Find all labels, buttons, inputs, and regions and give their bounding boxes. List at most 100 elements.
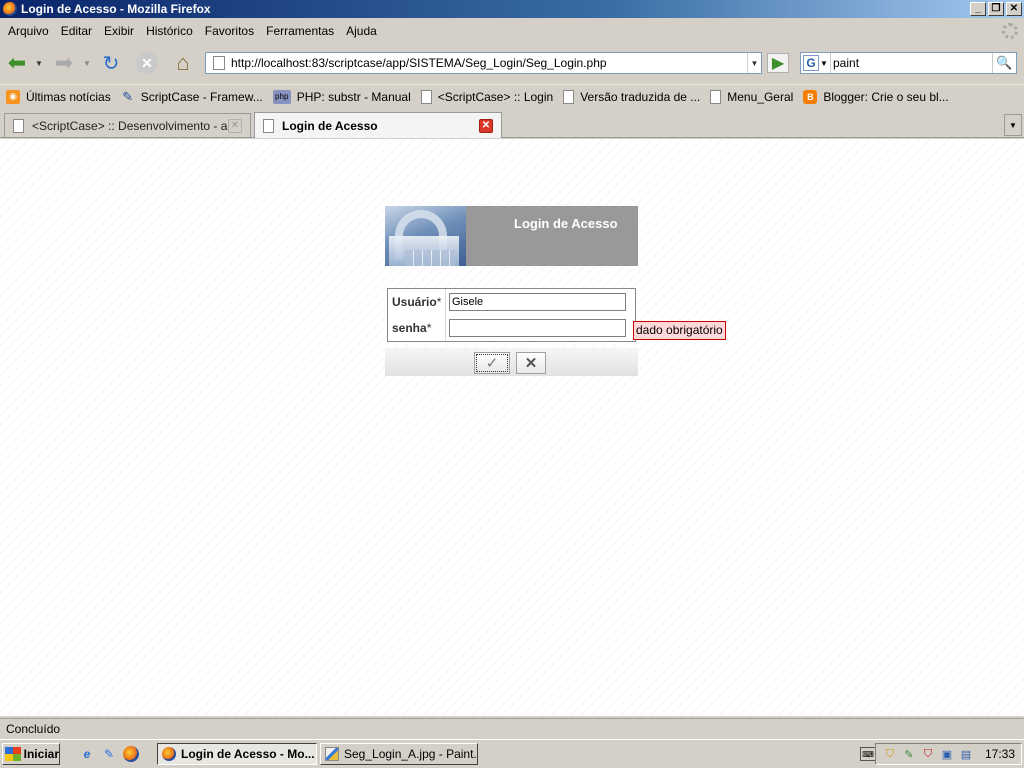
address-bar-url[interactable]: http://localhost:83/scriptcase/app/SISTE… (231, 56, 747, 70)
blogger-icon: B (803, 89, 818, 104)
navigation-toolbar: ⬅ ▼ ➡ ▼ ↻ ✕ ⌂ http://localhost:83/script… (0, 44, 1024, 82)
menu-ferramentas[interactable]: Ferramentas (260, 24, 340, 38)
bookmark-ultimas-noticias[interactable]: ◉ Últimas notícias (6, 89, 111, 104)
page-icon (420, 89, 432, 104)
menu-exibir[interactable]: Exibir (98, 24, 140, 38)
forward-history-dropdown-icon[interactable]: ▼ (83, 59, 91, 68)
connection-icon[interactable]: ▤ (958, 746, 974, 762)
user-row: Usuário* (388, 289, 635, 315)
bookmark-label: PHP: substr - Manual (296, 89, 411, 104)
taskbar-window-label: Seg_Login_A.jpg - Paint.... (344, 747, 478, 761)
window-titlebar: Login de Acesso - Mozilla Firefox _ ❐ ✕ (0, 0, 1024, 18)
php-icon: php (272, 89, 291, 104)
close-tab-icon[interactable]: ✕ (479, 118, 493, 133)
tab-scriptcase-desenvolvimento[interactable]: <ScriptCase> :: Desenvolvimento - a... ✕ (4, 113, 251, 137)
back-history-dropdown-icon[interactable]: ▼ (35, 59, 43, 68)
stop-icon[interactable]: ✕ (136, 52, 158, 74)
bookmark-label: ScriptCase - Framew... (140, 89, 263, 104)
required-field-error: dado obrigatório (633, 321, 726, 340)
reload-icon[interactable]: ↻ (99, 51, 123, 75)
close-window-button[interactable]: ✕ (1006, 2, 1022, 16)
clock: 17:33 (984, 747, 1015, 761)
security-alert-icon[interactable]: ⛉ (920, 746, 936, 762)
menu-ajuda[interactable]: Ajuda (340, 24, 383, 38)
user-input[interactable] (449, 293, 626, 311)
scriptcase-quicklaunch-icon[interactable]: ✎ (101, 746, 117, 762)
page-icon (563, 89, 575, 104)
search-input[interactable]: paint (831, 56, 992, 70)
window-title: Login de Acesso - Mozilla Firefox (21, 2, 211, 16)
keyboard-icon[interactable]: ⌨ (860, 747, 876, 761)
bookmark-label: Blogger: Crie o seu bl... (823, 89, 949, 104)
login-header: Login de Acesso (385, 206, 638, 266)
window-controls: _ ❐ ✕ (970, 2, 1022, 16)
menu-arquivo[interactable]: Arquivo (2, 24, 55, 38)
search-magnifier-icon[interactable]: 🔍 (992, 53, 1016, 73)
login-form: Usuário* senha* (387, 288, 636, 342)
status-bar: Concluído (0, 718, 1024, 738)
password-input[interactable] (449, 319, 626, 337)
menu-historico[interactable]: Histórico (140, 24, 199, 38)
search-engine-selector[interactable]: G ▼ (801, 53, 831, 73)
bookmark-label: <ScriptCase> :: Login (437, 89, 554, 104)
menu-editar[interactable]: Editar (55, 24, 98, 38)
tab-login-de-acesso[interactable]: Login de Acesso ✕ (254, 112, 502, 138)
tab-label: <ScriptCase> :: Desenvolvimento - a... (32, 118, 228, 133)
internet-explorer-icon[interactable]: e (79, 746, 95, 762)
list-all-tabs-icon[interactable]: ▼ (1004, 114, 1022, 136)
network-icon[interactable]: ✎ (901, 746, 917, 762)
bookmark-label: Últimas notícias (26, 89, 111, 104)
taskbar-firefox-window[interactable]: Login de Acesso - Mo... (157, 743, 317, 765)
home-icon[interactable]: ⌂ (171, 50, 195, 75)
engine-dropdown-icon: ▼ (820, 58, 828, 68)
start-button[interactable]: Iniciar (2, 743, 60, 765)
bookmark-scriptcase-framework[interactable]: ✎ ScriptCase - Framew... (121, 88, 263, 104)
monitor-icon[interactable]: ▣ (939, 746, 955, 762)
paint-icon (325, 747, 339, 761)
confirm-button[interactable]: ✓ (474, 352, 510, 374)
bookmark-label: Versão traduzida de ... (580, 89, 701, 104)
system-tray: ⛉ ✎ ⛉ ▣ ▤ 17:33 (874, 743, 1022, 765)
bookmark-blogger[interactable]: B Blogger: Crie o seu bl... (803, 89, 949, 104)
menu-bar: Arquivo Editar Exibir Histórico Favorito… (0, 20, 1024, 42)
close-tab-icon[interactable]: ✕ (228, 118, 242, 133)
address-dropdown-icon[interactable]: ▼ (747, 53, 761, 73)
firefox-quicklaunch-icon[interactable] (123, 746, 139, 762)
scriptcase-icon: ✎ (122, 88, 134, 104)
search-box[interactable]: G ▼ paint 🔍 (800, 52, 1017, 74)
password-label: senha* (392, 321, 432, 335)
tab-strip: <ScriptCase> :: Desenvolvimento - a... ✕… (0, 110, 1024, 138)
page-icon (263, 118, 274, 133)
go-arrow-icon[interactable]: ▶ (767, 53, 789, 73)
back-arrow-icon[interactable]: ⬅ (5, 50, 29, 75)
windows-logo-icon (5, 747, 21, 761)
bookmark-scriptcase-login[interactable]: <ScriptCase> :: Login (420, 89, 554, 104)
forward-arrow-icon[interactable]: ➡ (52, 50, 76, 75)
bookmark-menu-geral[interactable]: Menu_Geral (710, 89, 793, 104)
page-icon (213, 56, 225, 70)
bookmark-php-substr[interactable]: php PHP: substr - Manual (272, 89, 411, 104)
checkmark-icon: ✓ (485, 355, 499, 372)
windows-taskbar: Iniciar e ✎ Login de Acesso - Mo... Seg_… (0, 739, 1024, 768)
x-icon: ✕ (524, 355, 538, 372)
form-button-bar: ✓ ✕ (385, 348, 638, 376)
taskbar-window-label: Login de Acesso - Mo... (181, 747, 315, 761)
page-icon (710, 89, 722, 104)
menu-favoritos[interactable]: Favoritos (199, 24, 260, 38)
maximize-button[interactable]: ❐ (988, 2, 1004, 16)
address-bar[interactable]: http://localhost:83/scriptcase/app/SISTE… (205, 52, 762, 74)
bookmark-versao-traduzida[interactable]: Versão traduzida de ... (563, 89, 701, 104)
page-content: Login de Acesso Usuário* senha* dado obr… (0, 139, 1024, 716)
bookmarks-toolbar: ◉ Últimas notícias ✎ ScriptCase - Framew..… (0, 84, 1024, 108)
user-label: Usuário* (392, 295, 442, 309)
firefox-icon (162, 747, 176, 761)
taskbar-paint-window[interactable]: Seg_Login_A.jpg - Paint.... (320, 743, 478, 765)
required-marker: * (436, 295, 442, 309)
shield-icon[interactable]: ⛉ (882, 746, 898, 762)
required-marker: * (426, 321, 432, 335)
google-icon: G (803, 55, 819, 71)
cancel-button[interactable]: ✕ (516, 352, 546, 374)
minimize-button[interactable]: _ (970, 2, 986, 16)
firefox-icon (3, 2, 17, 16)
throbber-icon (1002, 23, 1018, 39)
